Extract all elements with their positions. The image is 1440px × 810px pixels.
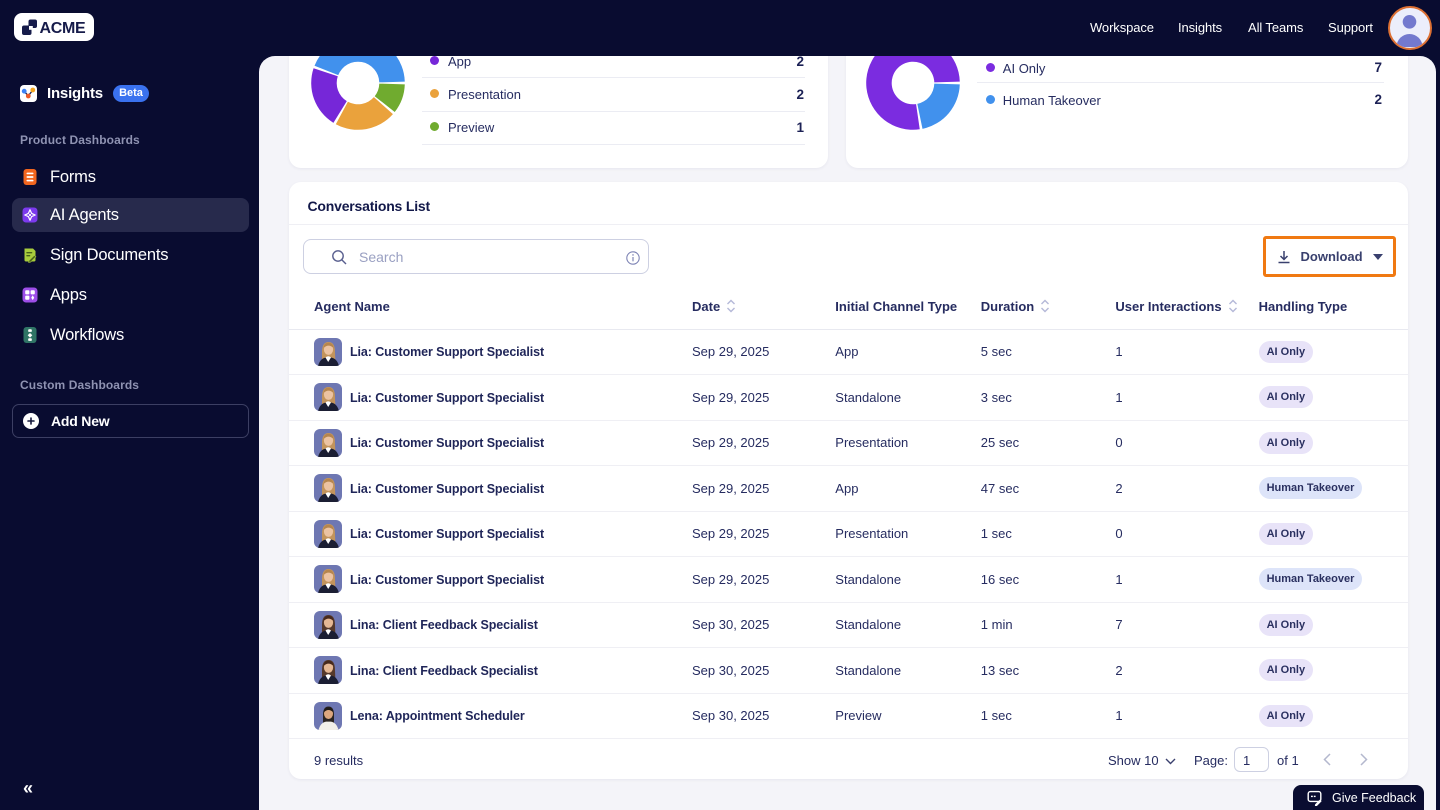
svg-text:ACME: ACME [40, 20, 87, 37]
